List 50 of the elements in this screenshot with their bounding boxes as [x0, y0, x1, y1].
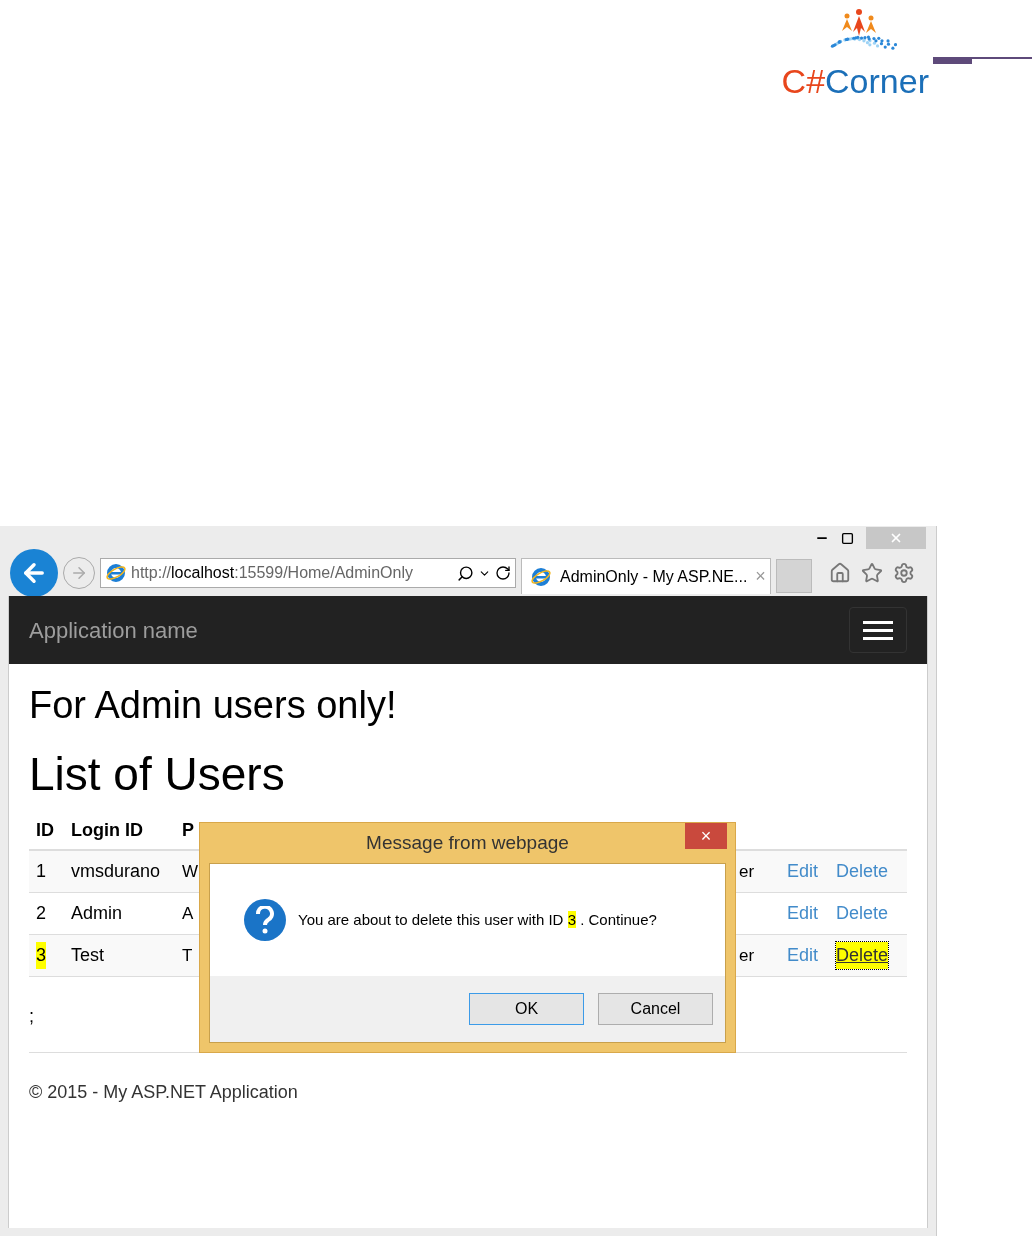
- table-cell-text: W: [182, 860, 199, 883]
- tab-close-icon[interactable]: ×: [755, 563, 766, 590]
- table-cell: 3: [36, 942, 46, 969]
- settings-icon[interactable]: [893, 562, 915, 584]
- refresh-icon[interactable]: [495, 565, 511, 581]
- tab-title: AdminOnly - My ASP.NE...: [560, 566, 748, 587]
- question-icon: [244, 899, 286, 941]
- star-icon[interactable]: [861, 562, 883, 584]
- close-icon: [889, 531, 903, 545]
- table-cell-text: T: [182, 944, 193, 967]
- browser-logo-icon: [530, 565, 552, 588]
- back-button[interactable]: [10, 549, 58, 597]
- delete-link[interactable]: Delete: [836, 858, 889, 885]
- address-bar[interactable]: http://localhost:15599/Home/AdminOnly: [100, 558, 516, 588]
- brand-link[interactable]: Application name: [29, 613, 198, 647]
- menu-icon: [863, 620, 893, 640]
- cancel-button[interactable]: Cancel: [598, 993, 713, 1025]
- menu-button[interactable]: [849, 607, 907, 653]
- home-icon[interactable]: [829, 562, 851, 584]
- table-cell-text: A: [182, 902, 194, 925]
- section-heading: List of Users: [29, 746, 286, 802]
- browser-tab[interactable]: AdminOnly - My ASP.NE... ×: [521, 558, 771, 594]
- logo-text: C#Corner: [781, 64, 929, 98]
- edit-link[interactable]: Edit: [787, 942, 819, 969]
- dialog-message: You are about to delete this user with ID 3 . Continue?: [298, 909, 657, 930]
- search-icon[interactable]: [457, 564, 474, 582]
- table-cell-text: er: [739, 860, 755, 883]
- stray-text: ;: [29, 1005, 34, 1028]
- edit-link[interactable]: Edit: [787, 900, 819, 927]
- ok-button[interactable]: OK: [469, 993, 584, 1025]
- dialog-close-button[interactable]: ×: [685, 823, 727, 849]
- table-cell-text: Test: [71, 944, 104, 967]
- table-cell-text: Admin: [71, 902, 123, 925]
- column-header: Login ID: [71, 818, 144, 842]
- delete-link[interactable]: Delete: [836, 942, 889, 969]
- footer-text: © 2015 - My ASP.NET Application: [29, 1081, 299, 1104]
- dialog-title: Message from webpage: [366, 830, 569, 855]
- edit-link[interactable]: Edit: [787, 858, 819, 885]
- forward-arrow-icon: [70, 564, 88, 582]
- column-header: ID: [35, 818, 55, 842]
- table-cell-text: vmsdurano: [71, 860, 161, 883]
- maximize-icon[interactable]: [841, 531, 854, 545]
- delete-link[interactable]: Delete: [836, 900, 889, 927]
- url-text: http://localhost:15599/Home/AdminOnly: [131, 563, 413, 583]
- browser-logo-icon: [105, 562, 127, 584]
- table-cell-text: 1: [36, 860, 46, 883]
- table-cell-text: 2: [36, 902, 46, 925]
- page-heading: For Admin users only!: [29, 683, 398, 728]
- column-header: P: [182, 818, 194, 842]
- table-cell-text: er: [739, 944, 755, 967]
